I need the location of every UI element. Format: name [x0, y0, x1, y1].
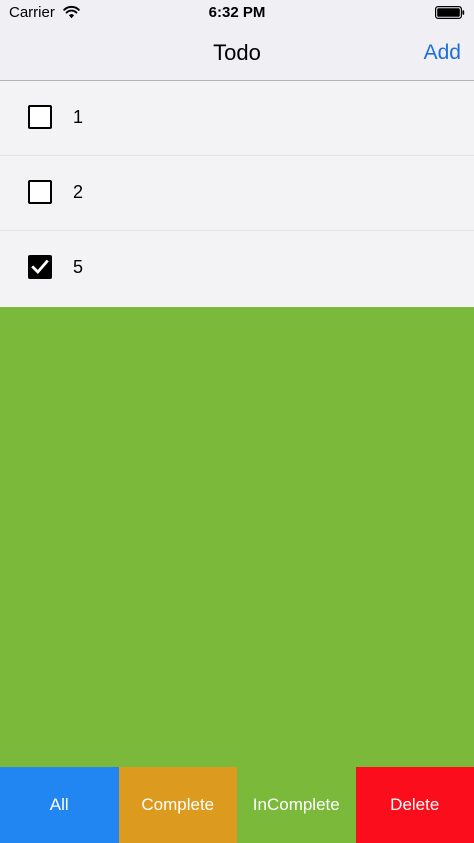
todo-label: 1	[73, 107, 84, 127]
status-bar: Carrier 6:32 PM	[0, 0, 474, 26]
battery-icon	[435, 6, 465, 19]
filter-all-button[interactable]: All	[0, 767, 119, 843]
todo-list: 1 2 5	[0, 81, 474, 307]
todo-label: 2	[73, 182, 84, 202]
delete-button[interactable]: Delete	[355, 767, 474, 843]
filter-bar: All Complete InComplete Delete	[0, 767, 474, 843]
filter-incomplete-button[interactable]: InComplete	[237, 767, 356, 843]
status-time: 6:32 PM	[208, 4, 266, 21]
filter-complete-button[interactable]: Complete	[118, 767, 237, 843]
checkbox-unchecked[interactable]	[28, 180, 52, 204]
add-button[interactable]: Add	[424, 26, 461, 80]
todo-item[interactable]: 5	[0, 231, 474, 307]
todo-label: 5	[73, 257, 84, 277]
todo-item[interactable]: 1	[0, 81, 474, 156]
navigation-bar: Todo Add	[0, 26, 474, 81]
checkmark-icon	[31, 259, 49, 275]
page-title: Todo	[213, 40, 261, 65]
checkbox-checked[interactable]	[28, 255, 52, 279]
todo-item[interactable]: 2	[0, 156, 474, 231]
checkbox-unchecked[interactable]	[28, 105, 52, 129]
